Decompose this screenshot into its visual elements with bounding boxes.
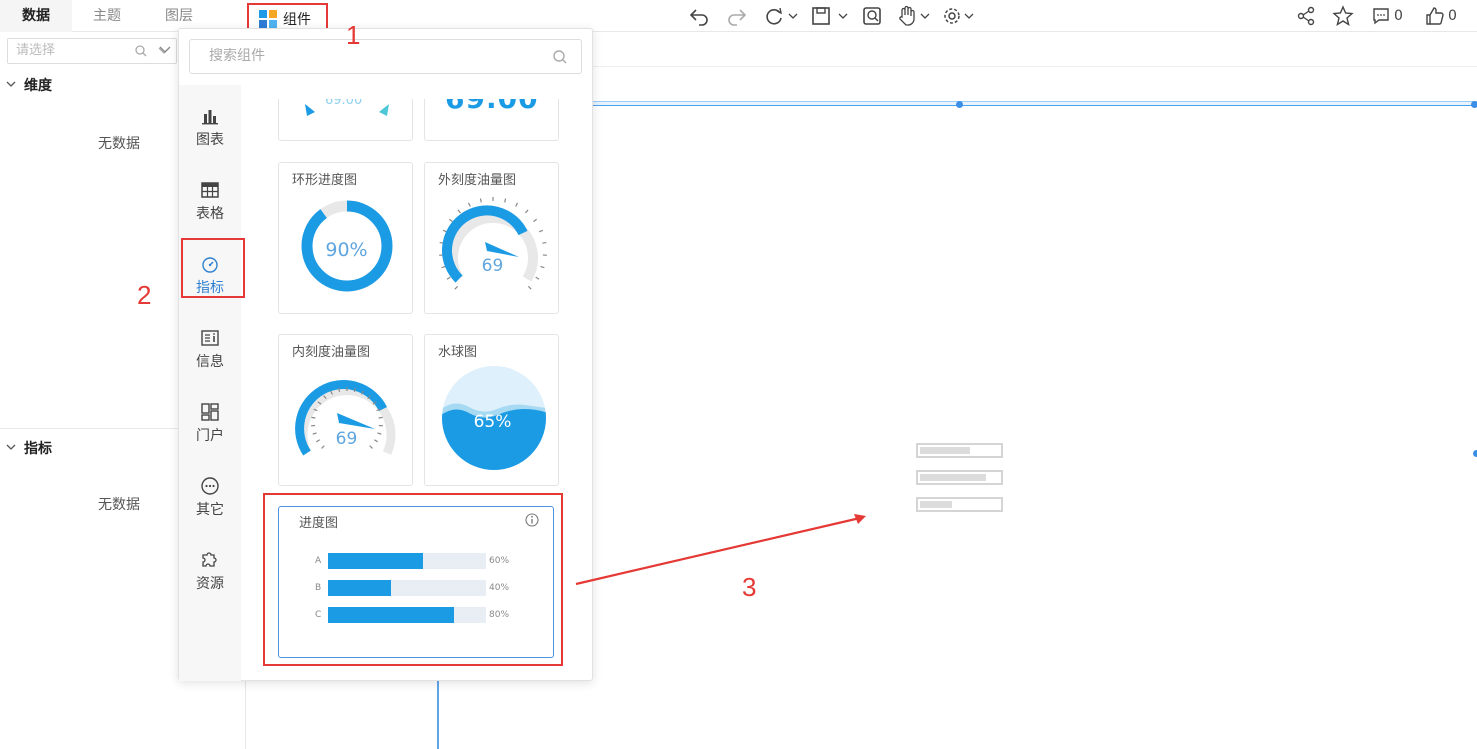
tab-theme[interactable]: 主题	[72, 0, 142, 32]
more-icon	[201, 477, 219, 495]
gauge-tick	[525, 209, 529, 214]
category-table[interactable]: 表格	[179, 173, 241, 233]
refresh-icon[interactable]	[763, 4, 799, 28]
category-sidebar: 图表 表格 指标 信息 门户 其它 资源	[179, 85, 241, 681]
like-button[interactable]: 0	[1424, 4, 1457, 28]
card-value: 90%	[325, 239, 368, 261]
gauge-tick	[504, 198, 507, 203]
category-label: 图表	[196, 132, 224, 148]
gauge-tick	[542, 241, 547, 244]
measure-title: 指标	[24, 441, 52, 457]
component-placeholder[interactable]	[916, 443, 1004, 524]
dimension-title: 维度	[24, 78, 52, 94]
card-title: 水球图	[438, 345, 478, 360]
search-input[interactable]: 搜索组件	[189, 39, 582, 74]
collapse-icon[interactable]	[6, 442, 16, 452]
field-select[interactable]: 请选择	[7, 38, 177, 64]
redo-icon[interactable]	[726, 4, 748, 28]
category-label: 其它	[196, 502, 224, 518]
category-resource[interactable]: 资源	[179, 543, 241, 603]
search-icon	[553, 50, 567, 64]
card-value: 69	[335, 429, 358, 449]
undo-icon[interactable]	[688, 4, 710, 28]
category-label: 门户	[196, 428, 224, 444]
category-chart[interactable]: 图表	[179, 99, 241, 159]
resize-handle[interactable]	[956, 101, 963, 108]
category-info[interactable]: 信息	[179, 321, 241, 381]
component-card[interactable]: 69.00	[424, 99, 559, 141]
scrolled-cards: 69.00 69.00	[241, 99, 593, 142]
card-value: 65%	[473, 412, 512, 432]
canvas-ruler	[593, 66, 1477, 67]
puzzle-icon	[202, 552, 217, 567]
component-card-outer-gauge[interactable]: 外刻度油量图 69	[424, 162, 559, 314]
gauge-tick	[467, 202, 471, 207]
annotation-number: 1	[346, 20, 361, 50]
portal-icon	[201, 403, 219, 421]
gauge-tick	[535, 276, 540, 280]
collapse-icon[interactable]	[6, 79, 16, 89]
category-label: 信息	[196, 354, 224, 370]
resize-handle[interactable]	[1471, 101, 1477, 108]
star-icon[interactable]	[1332, 4, 1354, 28]
component-card[interactable]: 69.00	[278, 99, 413, 141]
measure-empty: 无数据	[98, 497, 140, 513]
card-title: 内刻度油量图	[292, 345, 371, 360]
comment-icon	[1373, 8, 1389, 25]
category-portal[interactable]: 门户	[179, 395, 241, 455]
comment-count: 0	[1394, 8, 1403, 24]
card-value: 69	[481, 256, 504, 276]
component-grid-icon	[259, 9, 277, 28]
resize-handle[interactable]	[1473, 450, 1477, 457]
gauge-tick	[448, 218, 453, 223]
component-button-label: 组件	[283, 11, 311, 28]
share-icon[interactable]	[1295, 4, 1317, 28]
gauge-tick	[515, 202, 519, 207]
category-other[interactable]: 其它	[179, 469, 241, 529]
search-placeholder: 搜索组件	[209, 48, 265, 64]
comment-button[interactable]: 0	[1370, 4, 1403, 28]
preview-icon[interactable]	[861, 4, 883, 28]
component-card-inner-gauge[interactable]: 内刻度油量图 69	[278, 334, 413, 486]
gauge-tick	[527, 285, 532, 290]
gauge-tick	[446, 276, 451, 280]
card-value: 69.00	[325, 99, 363, 108]
tab-data[interactable]: 数据	[0, 0, 72, 32]
category-label: 表格	[196, 206, 224, 222]
annotation-box	[181, 238, 245, 298]
thumbs-up-icon	[1426, 7, 1444, 25]
annotation-number: 2	[137, 280, 152, 310]
canvas-left-edge	[437, 680, 439, 749]
gauge-tick	[378, 416, 383, 419]
bar-chart-icon	[202, 110, 218, 125]
chevron-down-icon[interactable]	[159, 45, 171, 55]
gauge-tick	[479, 198, 482, 203]
save-icon[interactable]	[811, 4, 849, 28]
component-card-liquid-fill[interactable]: 水球图 65%	[424, 334, 559, 486]
dimension-empty: 无数据	[98, 136, 140, 152]
gear-icon[interactable]	[941, 4, 977, 28]
card-title: 外刻度油量图	[438, 173, 517, 188]
gauge-tick	[538, 229, 544, 233]
like-count: 0	[1448, 8, 1457, 24]
gauge-tick	[533, 218, 538, 223]
table-icon	[201, 182, 219, 198]
info-icon	[201, 330, 219, 346]
component-card-ring-progress[interactable]: 环形进度图 90%	[278, 162, 413, 314]
inner-gauge-preview	[295, 380, 396, 456]
hand-icon[interactable]	[896, 4, 932, 28]
category-label: 资源	[196, 576, 224, 592]
annotation-arrow	[575, 514, 866, 586]
gauge-tick	[454, 285, 459, 290]
outer-gauge-preview	[439, 197, 547, 290]
gauge-tick	[457, 209, 461, 214]
card-value: 69.00	[445, 99, 539, 115]
search-icon	[135, 45, 147, 57]
annotation-box	[263, 493, 563, 666]
field-select-placeholder: 请选择	[16, 43, 56, 58]
gauge-tick	[311, 416, 316, 419]
card-title: 环形进度图	[292, 173, 358, 188]
